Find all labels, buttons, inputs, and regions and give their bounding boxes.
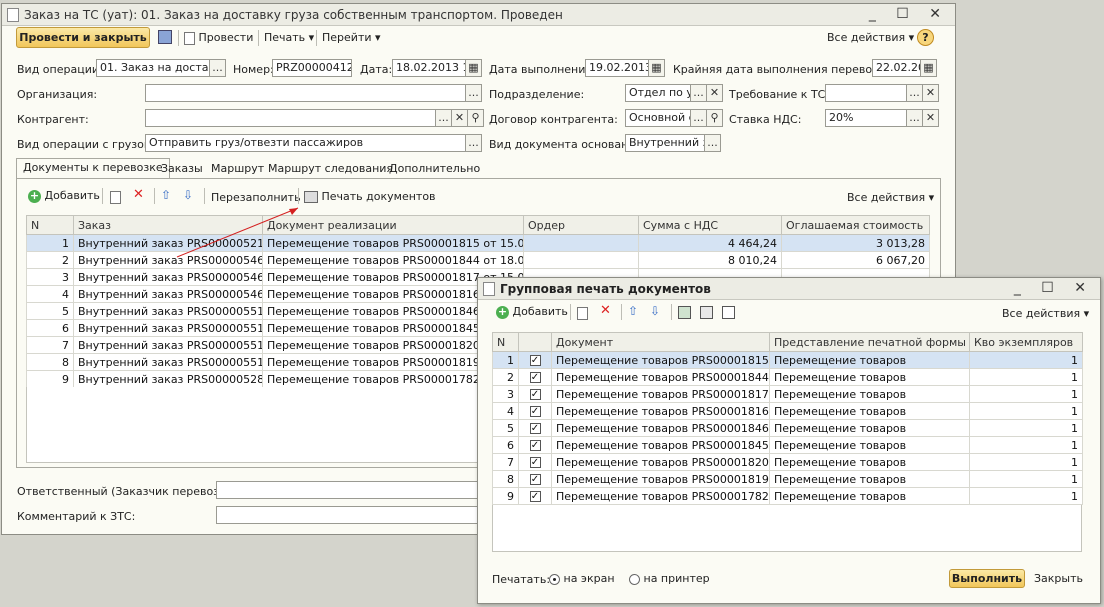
move-down-icon[interactable]: ⇩ xyxy=(650,304,660,318)
table-cell: Перемещение товаров xyxy=(769,351,970,369)
table-row[interactable]: 4 ✓ Перемещение товаров PRS00001816 о... Пе… xyxy=(492,402,1083,420)
document-icon xyxy=(483,282,495,296)
row-number: 2 xyxy=(492,368,519,386)
radio-off-icon xyxy=(629,573,640,585)
radio-to-printer[interactable]: на принтер xyxy=(629,572,710,585)
table-row[interactable]: 8 ✓ Перемещение товаров PRS00001819 о... Пе… xyxy=(492,470,1083,488)
checkbox-checked-icon[interactable]: ✓ xyxy=(529,440,541,451)
checkbox-cell[interactable]: ✓ xyxy=(518,470,552,488)
table-cell: 1 xyxy=(969,470,1083,488)
table-cell: Перемещение товаров xyxy=(769,470,970,488)
table-cell: Перемещение товаров PRS00001817 о... xyxy=(551,385,770,403)
table-cell: 1 xyxy=(969,453,1083,471)
table-cell: Перемещение товаров xyxy=(769,419,970,437)
table-row[interactable]: 7 ✓ Перемещение товаров PRS00001820 о... Пе… xyxy=(492,453,1083,471)
row-number: 5 xyxy=(492,419,519,437)
close-button[interactable]: Закрыть xyxy=(1034,572,1083,585)
table-row[interactable]: 9 ✓ Перемещение товаров PRS00001782 о... Пе… xyxy=(492,487,1083,505)
comment-label: Комментарий к ЗТС: xyxy=(17,510,136,523)
table-cell: 1 xyxy=(969,368,1083,386)
table-cell: Перемещение товаров PRS00001819 о... xyxy=(551,470,770,488)
checkbox-checked-icon[interactable]: ✓ xyxy=(529,355,541,366)
dialog-table-empty-area xyxy=(492,505,1082,552)
column-header[interactable]: N xyxy=(492,332,519,352)
checkbox-checked-icon[interactable]: ✓ xyxy=(529,389,541,400)
table-row[interactable]: 1 ✓ Перемещение товаров PRS00001815 о... Пе… xyxy=(492,351,1083,369)
checkbox-checked-icon[interactable]: ✓ xyxy=(529,474,541,485)
checkbox-checked-icon[interactable]: ✓ xyxy=(529,457,541,468)
delete-icon[interactable]: ✕ xyxy=(600,303,611,318)
row-number: 4 xyxy=(492,402,519,420)
table-cell: Перемещение товаров xyxy=(769,436,970,454)
row-number: 6 xyxy=(492,436,519,454)
uncheck-all-icon[interactable] xyxy=(700,305,713,319)
execute-button[interactable]: Выполнить xyxy=(949,569,1025,588)
table-cell: Перемещение товаров xyxy=(769,487,970,505)
dialog-titlebar: Групповая печать документов _ ☐ ✕ xyxy=(478,278,1100,300)
table-cell: Перемещение товаров PRS00001816 о... xyxy=(551,402,770,420)
comment-field[interactable] xyxy=(216,506,481,524)
table-cell: Перемещение товаров xyxy=(769,385,970,403)
column-header[interactable]: Кво экземпляров xyxy=(969,332,1083,352)
table-cell: 1 xyxy=(969,402,1083,420)
checkbox-cell[interactable]: ✓ xyxy=(518,419,552,437)
table-cell: Перемещение товаров PRS00001815 о... xyxy=(551,351,770,369)
dialog-add-label: Добавить xyxy=(512,305,568,318)
row-number: 9 xyxy=(492,487,519,505)
group-print-dialog: Групповая печать документов _ ☐ ✕ + Доба… xyxy=(477,277,1101,604)
print-documents-table: N Документ Представление печатной формы Кво… xyxy=(492,332,1083,505)
row-number: 3 xyxy=(492,385,519,403)
dialog-add-button[interactable]: + Добавить xyxy=(496,305,568,319)
dialog-title: Групповая печать документов xyxy=(500,282,711,296)
table-cell: 1 xyxy=(969,385,1083,403)
table-cell: Перемещение товаров xyxy=(769,402,970,420)
copy-icon[interactable] xyxy=(577,306,588,320)
checkbox-checked-icon[interactable]: ✓ xyxy=(529,491,541,502)
checkbox-cell[interactable]: ✓ xyxy=(518,487,552,505)
radio-on-icon xyxy=(549,573,560,585)
table-cell: 1 xyxy=(969,351,1083,369)
check-all-icon[interactable] xyxy=(678,305,691,319)
column-header[interactable]: Документ xyxy=(551,332,770,352)
table-cell: Перемещение товаров xyxy=(769,368,970,386)
table-row[interactable]: 5 ✓ Перемещение товаров PRS00001846 о... Пе… xyxy=(492,419,1083,437)
row-number: 1 xyxy=(492,351,519,369)
to-printer-label: на принтер xyxy=(643,572,710,585)
table-cell: 1 xyxy=(969,419,1083,437)
column-header[interactable]: Представление печатной формы xyxy=(769,332,970,352)
table-cell: Перемещение товаров PRS00001782 о... xyxy=(551,487,770,505)
column-header[interactable] xyxy=(518,332,552,352)
dialog-window-controls[interactable]: _ ☐ ✕ xyxy=(1014,280,1094,296)
radio-to-screen[interactable]: на экран xyxy=(549,572,615,585)
dialog-all-actions-menu[interactable]: Все действия ▾ xyxy=(1002,307,1089,320)
checkbox-cell[interactable]: ✓ xyxy=(518,385,552,403)
checkbox-checked-icon[interactable]: ✓ xyxy=(529,423,541,434)
table-row[interactable]: 6 ✓ Перемещение товаров PRS00001845 о... Пе… xyxy=(492,436,1083,454)
table-cell: 1 xyxy=(969,487,1083,505)
settings-icon[interactable] xyxy=(722,305,735,319)
responsible-field[interactable] xyxy=(216,481,481,499)
row-number: 7 xyxy=(492,453,519,471)
table-cell: Перемещение товаров PRS00001845 о... xyxy=(551,436,770,454)
checkbox-checked-icon[interactable]: ✓ xyxy=(529,406,541,417)
table-cell: Перемещение товаров PRS00001844 о... xyxy=(551,368,770,386)
checkbox-checked-icon[interactable]: ✓ xyxy=(529,372,541,383)
checkbox-cell[interactable]: ✓ xyxy=(518,351,552,369)
checkbox-cell[interactable]: ✓ xyxy=(518,368,552,386)
table-row[interactable]: 3 ✓ Перемещение товаров PRS00001817 о... Пе… xyxy=(492,385,1083,403)
table-cell: Перемещение товаров xyxy=(769,453,970,471)
checkbox-cell[interactable]: ✓ xyxy=(518,402,552,420)
table-row[interactable]: 2 ✓ Перемещение товаров PRS00001844 о... Пе… xyxy=(492,368,1083,386)
move-up-icon[interactable]: ⇧ xyxy=(628,304,638,318)
to-screen-label: на экран xyxy=(563,572,615,585)
table-cell: 1 xyxy=(969,436,1083,454)
checkbox-cell[interactable]: ✓ xyxy=(518,436,552,454)
print-target-label: Печатать: xyxy=(492,573,551,586)
checkbox-cell[interactable]: ✓ xyxy=(518,453,552,471)
responsible-label: Ответственный (Заказчик перевозки): xyxy=(17,485,241,498)
row-number: 8 xyxy=(492,470,519,488)
plus-icon: + xyxy=(496,304,509,319)
table-cell: Перемещение товаров PRS00001846 о... xyxy=(551,419,770,437)
table-cell: Перемещение товаров PRS00001820 о... xyxy=(551,453,770,471)
